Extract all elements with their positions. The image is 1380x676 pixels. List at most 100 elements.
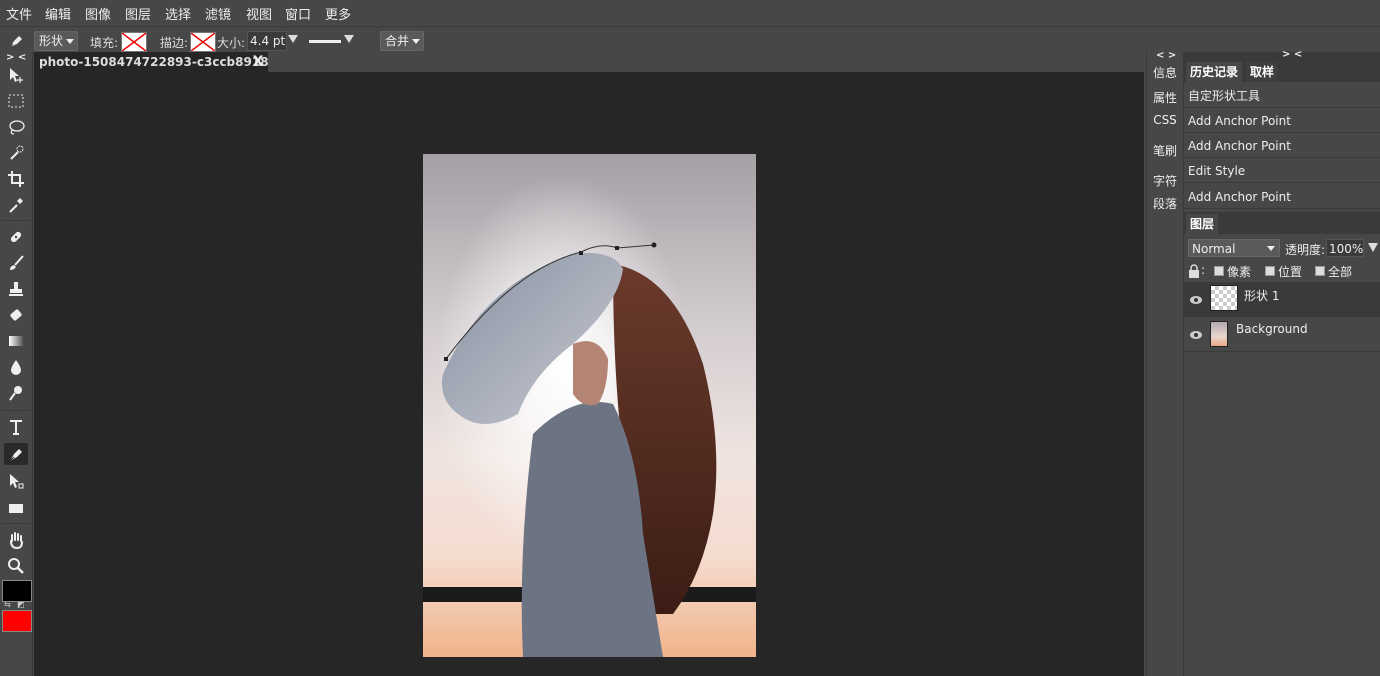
tool-options-bar: 形状 填充: 描边: 大小: 4.4 pt 合并 bbox=[0, 26, 1380, 53]
stroke-swatch[interactable] bbox=[190, 32, 216, 52]
eyedropper-icon bbox=[9, 198, 23, 213]
stamp-icon bbox=[9, 282, 23, 296]
tab-paragraph[interactable]: 段落 bbox=[1147, 195, 1183, 212]
tab-info[interactable]: 信息 bbox=[1147, 64, 1183, 81]
menu-more[interactable]: 更多 bbox=[325, 4, 351, 23]
foreground-color-swatch[interactable] bbox=[2, 580, 32, 602]
lock-all-label: 全部 bbox=[1328, 265, 1353, 279]
lock-pixels-label: 像素 bbox=[1227, 265, 1252, 279]
size-input[interactable]: 4.4 pt bbox=[247, 31, 287, 51]
brush-tool[interactable] bbox=[4, 252, 28, 274]
pen-tool[interactable] bbox=[4, 443, 28, 465]
layer-row[interactable]: 形状 1 bbox=[1184, 282, 1380, 317]
menu-select[interactable]: 选择 bbox=[165, 4, 191, 23]
image-canvas[interactable] bbox=[423, 154, 756, 657]
stroke-style-line-icon[interactable] bbox=[309, 40, 341, 43]
stroke-label: 描边: bbox=[160, 36, 189, 50]
history-item[interactable]: Add Anchor Point bbox=[1184, 185, 1380, 209]
blend-mode-select[interactable]: Normal bbox=[1188, 239, 1280, 257]
lasso-icon bbox=[9, 120, 25, 135]
move-tool[interactable] bbox=[4, 64, 28, 86]
shape-mode-label: 形状 bbox=[39, 34, 64, 48]
layer-name: Background bbox=[1236, 322, 1308, 336]
stroke-style-arrow-icon[interactable] bbox=[344, 35, 354, 43]
tab-css[interactable]: CSS bbox=[1147, 113, 1183, 127]
layers-panel-header: 图层 bbox=[1184, 212, 1380, 234]
document-tab[interactable]: photo-1508474722893-c3ccb8918d bbox=[34, 52, 268, 72]
magnifier-icon bbox=[8, 558, 24, 574]
history-item[interactable]: Add Anchor Point bbox=[1184, 134, 1380, 158]
toolbar-divider bbox=[2, 410, 30, 411]
eye-icon[interactable] bbox=[1189, 294, 1203, 304]
menu-filter[interactable]: 滤镜 bbox=[205, 4, 231, 23]
history-item[interactable]: Edit Style bbox=[1184, 159, 1380, 183]
tab-history[interactable]: 历史记录 bbox=[1186, 62, 1243, 82]
eraser-tool[interactable] bbox=[4, 304, 28, 326]
menu-image[interactable]: 图像 bbox=[85, 4, 111, 23]
dodge-tool[interactable] bbox=[4, 382, 28, 404]
lock-all-checkbox[interactable] bbox=[1315, 266, 1325, 276]
marquee-tool[interactable] bbox=[4, 90, 28, 112]
lock-position-checkbox[interactable] bbox=[1265, 266, 1275, 276]
combine-label: 合并 bbox=[385, 34, 410, 48]
rectangle-icon bbox=[9, 504, 23, 513]
shape-mode-dropdown[interactable]: 形状 bbox=[34, 31, 78, 51]
path-select-icon bbox=[10, 474, 24, 489]
eye-icon[interactable] bbox=[1189, 329, 1203, 339]
quick-select-tool[interactable] bbox=[4, 142, 28, 164]
blur-tool[interactable] bbox=[4, 356, 28, 378]
opacity-label: 透明度: bbox=[1285, 243, 1326, 257]
tab-properties[interactable]: 属性 bbox=[1147, 89, 1183, 106]
text-t-icon bbox=[10, 420, 22, 435]
menu-file[interactable]: 文件 bbox=[6, 4, 32, 23]
background-color-swatch[interactable] bbox=[2, 610, 32, 632]
brush-icon bbox=[10, 255, 24, 270]
crop-icon bbox=[8, 171, 24, 187]
history-item[interactable]: 自定形状工具 bbox=[1184, 84, 1380, 108]
rectangle-tool[interactable] bbox=[4, 497, 28, 519]
hand-tool[interactable] bbox=[4, 529, 28, 551]
fill-label: 填充: bbox=[90, 36, 119, 50]
hand-icon bbox=[10, 532, 23, 549]
combine-dropdown[interactable]: 合并 bbox=[380, 31, 424, 51]
marquee-icon bbox=[8, 94, 24, 108]
crop-tool[interactable] bbox=[4, 168, 28, 190]
right-panel-collapse-toggle[interactable]: > < bbox=[1282, 49, 1302, 60]
type-tool[interactable] bbox=[4, 416, 28, 438]
tab-brush[interactable]: 笔刷 bbox=[1147, 142, 1183, 159]
side-panel-collapse-toggle[interactable]: < > bbox=[1156, 50, 1176, 61]
default-colors-icon[interactable]: ◩ bbox=[17, 600, 25, 609]
layer-name: 形状 1 bbox=[1244, 289, 1280, 303]
opacity-input[interactable]: 100% bbox=[1326, 239, 1364, 257]
gradient-icon bbox=[9, 336, 23, 346]
quick-select-icon bbox=[10, 145, 24, 160]
lasso-tool[interactable] bbox=[4, 116, 28, 138]
toolbar-collapse-toggle[interactable]: > < bbox=[6, 52, 26, 63]
tab-layers[interactable]: 图层 bbox=[1186, 214, 1219, 234]
layer-row[interactable]: Background bbox=[1184, 317, 1380, 352]
opacity-dropdown-arrow-icon[interactable] bbox=[1368, 243, 1378, 252]
swap-colors-icon[interactable]: ⇆ bbox=[4, 600, 11, 609]
path-select-tool[interactable] bbox=[4, 470, 28, 492]
tab-swatches[interactable]: 取样 bbox=[1246, 62, 1279, 82]
gradient-tool[interactable] bbox=[4, 330, 28, 352]
blend-mode-value: Normal bbox=[1192, 242, 1236, 256]
menu-layer[interactable]: 图层 bbox=[125, 4, 151, 23]
lock-colon: : bbox=[1201, 263, 1206, 277]
menu-window[interactable]: 窗口 bbox=[285, 4, 311, 23]
clone-stamp-tool[interactable] bbox=[4, 278, 28, 300]
eyedropper-tool[interactable] bbox=[4, 194, 28, 216]
menu-view[interactable]: 视图 bbox=[246, 4, 272, 23]
tab-character[interactable]: 字符 bbox=[1147, 172, 1183, 189]
history-item[interactable]: Add Anchor Point bbox=[1184, 109, 1380, 133]
close-icon[interactable]: X bbox=[251, 52, 265, 72]
healing-brush-tool[interactable] bbox=[4, 226, 28, 248]
drop-icon bbox=[11, 360, 21, 375]
size-dropdown-arrow-icon[interactable] bbox=[288, 35, 298, 43]
dodge-icon bbox=[9, 386, 22, 401]
zoom-tool[interactable] bbox=[4, 555, 28, 577]
fill-swatch[interactable] bbox=[121, 32, 147, 52]
lock-pixels-checkbox[interactable] bbox=[1214, 266, 1224, 276]
menu-edit[interactable]: 编辑 bbox=[45, 4, 71, 23]
chevron-down-icon bbox=[412, 39, 420, 44]
